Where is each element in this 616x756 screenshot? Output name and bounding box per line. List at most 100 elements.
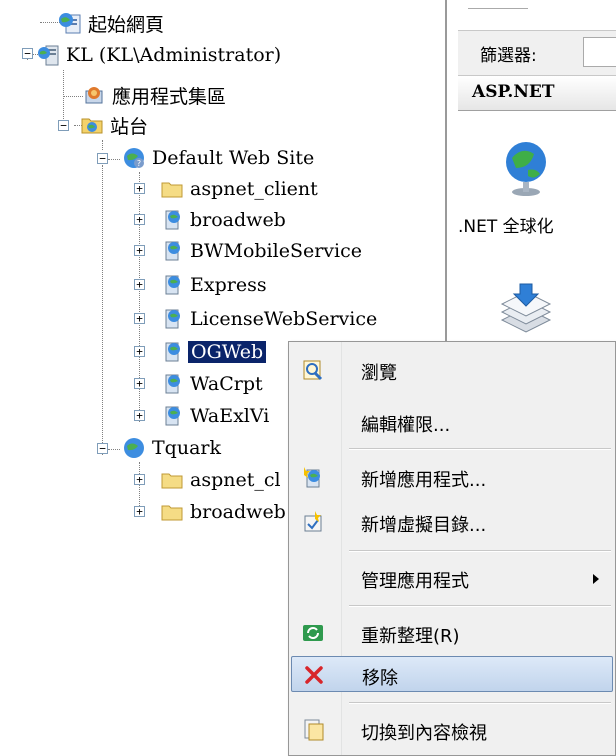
tree-item-label: BWMobileService: [190, 240, 362, 262]
collapse-icon[interactable]: −: [22, 48, 33, 59]
tree-item-application[interactable]: WaExlVi: [160, 401, 269, 431]
menu-item-manage-application[interactable]: 管理應用程式: [291, 560, 613, 596]
website-globe-icon: ?: [124, 148, 144, 168]
refresh-icon: [303, 625, 323, 641]
menu-item-label: 移除: [362, 668, 398, 689]
tree-item-default-web-site[interactable]: ? Default Web Site: [122, 143, 314, 173]
stack-install-icon[interactable]: [496, 280, 556, 340]
tree-item-application[interactable]: LicenseWebService: [160, 304, 377, 334]
tree-item-application[interactable]: BWMobileService: [160, 236, 362, 266]
tree-item-app-pools[interactable]: 應用程式集區: [82, 80, 226, 110]
tree-item-application[interactable]: broadweb: [160, 205, 286, 235]
tree-item-start-page[interactable]: 起始網頁: [58, 8, 164, 38]
collapse-icon[interactable]: −: [58, 120, 69, 131]
web-application-icon: [165, 342, 180, 362]
folder-icon: [161, 505, 183, 521]
menu-item-label: 切換到內容檢視: [361, 723, 487, 744]
menu-item-add-virtual-directory[interactable]: 新增虛擬目錄...: [291, 504, 613, 540]
menu-item-refresh[interactable]: 重新整理(R): [291, 615, 613, 651]
tree-connector: [63, 96, 83, 97]
tree-item-label: WaExlVi: [190, 405, 270, 427]
web-application-icon: [165, 241, 180, 261]
server-icon: [38, 45, 59, 66]
globalization-globe-icon[interactable]: [498, 138, 554, 198]
expand-icon[interactable]: +: [134, 346, 145, 357]
feature-label: .NET 全球化: [458, 217, 554, 237]
tree-item-label: Default Web Site: [152, 147, 315, 169]
tree-item-label: LicenseWebService: [190, 308, 378, 330]
menu-item-label: 新增應用程式...: [361, 470, 487, 491]
menu-item-edit-permissions[interactable]: 編輯權限...: [291, 404, 613, 440]
expand-icon[interactable]: +: [134, 183, 145, 194]
tree-item-folder[interactable]: aspnet_cl: [160, 465, 281, 495]
menu-separator: [349, 550, 611, 552]
expand-icon[interactable]: +: [134, 279, 145, 290]
sites-folder-icon: [81, 118, 103, 134]
expand-icon[interactable]: +: [134, 410, 145, 421]
tree-connector: [40, 22, 60, 23]
group-header-label: ASP.NET: [472, 82, 555, 102]
menu-item-label: 編輯權限...: [361, 415, 451, 436]
remove-icon: [305, 666, 323, 684]
menu-item-label: 管理應用程式: [361, 571, 469, 592]
tree-item-site-tquark[interactable]: Tquark: [122, 433, 221, 463]
tree-item-label: aspnet_client: [190, 178, 318, 200]
tree-item-server[interactable]: KL (KL\Administrator): [36, 40, 281, 70]
filter-label: 篩選器:: [480, 46, 537, 66]
tree-connector: [102, 165, 103, 455]
submenu-arrow-icon: [593, 574, 599, 584]
tree-connector: [108, 159, 120, 160]
filter-input[interactable]: [583, 37, 616, 67]
expand-icon[interactable]: +: [134, 313, 145, 324]
website-globe-icon: [124, 438, 144, 458]
tree-item-label: Express: [190, 274, 267, 296]
menu-separator: [349, 448, 611, 450]
start-page-icon: [59, 13, 81, 34]
expand-icon[interactable]: +: [134, 245, 145, 256]
folder-icon: [161, 473, 183, 489]
add-virtual-directory-icon: [304, 511, 322, 532]
menu-item-label: 重新整理(R): [361, 626, 460, 647]
expand-icon[interactable]: +: [134, 474, 145, 485]
browse-icon: [303, 360, 323, 381]
tree-item-label: 應用程式集區: [112, 85, 227, 108]
tree-item-label: 站台: [110, 115, 149, 138]
tree-item-label: aspnet_cl: [190, 469, 281, 491]
web-application-icon: [165, 406, 180, 426]
tree-item-folder[interactable]: aspnet_client: [160, 174, 318, 204]
context-menu: 瀏覽 編輯權限... 新增應用程式... 新增虛擬目錄... 管理應用程式 重新…: [288, 341, 616, 756]
web-application-icon: [165, 309, 180, 329]
menu-item-add-application[interactable]: 新增應用程式...: [291, 459, 613, 495]
menu-item-remove[interactable]: 移除: [291, 656, 613, 692]
tree-item-application[interactable]: Express: [160, 270, 267, 300]
expand-icon[interactable]: +: [134, 214, 145, 225]
tree-connector: [108, 449, 120, 450]
expand-icon[interactable]: +: [134, 378, 145, 389]
tree-item-application[interactable]: WaCrpt: [160, 369, 263, 399]
tree-item-label: broadweb: [190, 501, 286, 523]
menu-separator: [349, 702, 611, 704]
menu-item-label: 新增虛擬目錄...: [361, 515, 487, 536]
add-application-icon: [304, 467, 320, 488]
tree-item-label: KL (KL\Administrator): [66, 44, 282, 66]
collapse-icon[interactable]: −: [97, 443, 108, 454]
tree-connector: [63, 70, 64, 125]
tree-item-label: WaCrpt: [190, 373, 263, 395]
tree-item-sites[interactable]: 站台: [80, 110, 148, 140]
group-header[interactable]: ASP.NET: [458, 76, 616, 111]
tree-item-label: OGWeb: [188, 341, 267, 363]
tree-item-application-selected[interactable]: OGWeb: [160, 337, 267, 367]
web-application-icon: [165, 374, 180, 394]
filter-bar: 篩選器:: [458, 30, 616, 76]
collapse-icon[interactable]: −: [97, 153, 108, 164]
tree-item-label: broadweb: [190, 209, 286, 231]
svg-text:?: ?: [137, 159, 141, 168]
expand-icon[interactable]: +: [134, 506, 145, 517]
menu-item-browse[interactable]: 瀏覽: [291, 352, 613, 388]
tree-item-label: Tquark: [152, 437, 221, 459]
tree-connector: [139, 462, 140, 510]
menu-item-label: 瀏覽: [361, 363, 397, 384]
tree-item-folder[interactable]: broadweb: [160, 497, 286, 527]
menu-item-switch-content-view[interactable]: 切換到內容檢視: [291, 712, 613, 748]
web-application-icon: [165, 275, 180, 295]
